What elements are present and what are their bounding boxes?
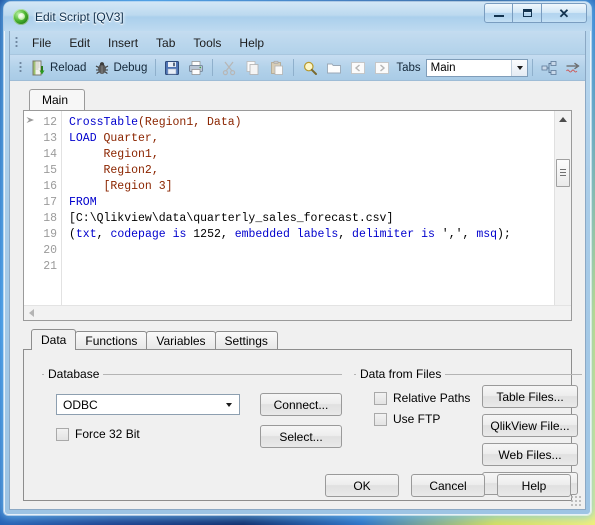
scroll-left-button[interactable]: [24, 306, 39, 320]
save-button[interactable]: [160, 58, 184, 78]
close-icon: ✕: [558, 5, 570, 21]
next-tab-button[interactable]: [370, 58, 394, 78]
web-files-button[interactable]: Web Files...: [482, 443, 578, 466]
qlikview-file-button[interactable]: QlikView File...: [482, 414, 578, 437]
script-gutter: [24, 111, 40, 320]
current-line-arrow-icon: [26, 117, 34, 123]
scissors-icon: [223, 61, 236, 75]
goto-line-button[interactable]: [561, 58, 585, 78]
reload-label: Reload: [50, 61, 87, 74]
lower-tab-strip: Data Functions Variables Settings: [23, 329, 572, 350]
tool-bar: Reload Debug Tabs Main: [10, 55, 585, 81]
use-ftp-label: Use FTP: [393, 412, 441, 426]
paste-icon: [271, 60, 284, 75]
tab-functions[interactable]: Functions: [75, 331, 148, 350]
database-group: Database ODBC Force 32 Bit Connect... Se…: [42, 367, 342, 452]
tab-organizer-button[interactable]: [537, 58, 561, 78]
toolbar-separator-1: [155, 59, 157, 76]
dialog-button-bar: OK Cancel Help: [325, 474, 571, 497]
script-tab-main[interactable]: Main: [29, 89, 85, 111]
bug-icon: [96, 61, 109, 74]
copy-button[interactable]: [241, 58, 265, 78]
menu-grip-icon[interactable]: [15, 36, 18, 49]
close-button[interactable]: ✕: [542, 3, 587, 23]
reload-icon: [32, 60, 45, 75]
help-button[interactable]: Help: [497, 474, 571, 497]
script-line-numbers: 12 13 14 15 16 17 18 19 20 21: [40, 111, 62, 320]
cancel-button[interactable]: Cancel: [411, 474, 485, 497]
connect-button[interactable]: Connect...: [260, 393, 342, 416]
tab-settings[interactable]: Settings: [214, 331, 278, 350]
find-button[interactable]: [298, 58, 322, 78]
tabs-label: Tabs: [396, 61, 421, 74]
use-ftp-checkbox[interactable]: Use FTP: [374, 412, 440, 426]
debug-button[interactable]: Debug: [90, 58, 151, 78]
toolbar-separator-3: [293, 59, 295, 76]
script-edit-box[interactable]: 12 13 14 15 16 17 18 19 20 21 CrossTable…: [23, 110, 572, 321]
tabs-combo[interactable]: Main: [425, 58, 528, 77]
database-group-title: Database: [44, 367, 104, 381]
printer-icon: [189, 60, 204, 75]
tab-variables[interactable]: Variables: [146, 331, 216, 350]
script-code-text[interactable]: CrossTable(Region1, Data) LOAD Quarter, …: [62, 111, 554, 320]
window-title: Edit Script [QV3]: [35, 9, 124, 24]
window-controls: ✕: [484, 3, 587, 23]
chevron-down-icon[interactable]: [511, 59, 527, 76]
client-area: File Edit Insert Tab Tools Help Reload D…: [9, 31, 586, 510]
select-button[interactable]: Select...: [260, 425, 342, 448]
minimize-button[interactable]: [484, 3, 513, 23]
print-button[interactable]: [184, 58, 208, 78]
files-group-title: Data from Files: [356, 367, 446, 381]
ok-button[interactable]: OK: [325, 474, 399, 497]
menu-help[interactable]: Help: [230, 33, 273, 53]
table-files-button[interactable]: Table Files...: [482, 385, 578, 408]
tab-data[interactable]: Data: [31, 329, 77, 350]
force-32-bit-label: Force 32 Bit: [75, 427, 140, 441]
checkbox-box: [374, 391, 387, 405]
edit-script-window: Edit Script [QV3] ✕ File Edit Insert Tab…: [4, 2, 591, 515]
database-type-combo[interactable]: ODBC: [56, 394, 240, 415]
debug-label: Debug: [113, 61, 148, 74]
relative-paths-label: Relative Paths: [393, 391, 471, 405]
script-horizontal-scrollbar[interactable]: [24, 305, 571, 320]
menu-bar: File Edit Insert Tab Tools Help: [10, 31, 585, 55]
script-tab-strip: Main: [23, 89, 572, 111]
previous-tab-button[interactable]: [346, 58, 370, 78]
toolbar-separator-4: [532, 59, 533, 76]
hierarchy-icon: [541, 60, 557, 75]
database-type-value: ODBC: [63, 397, 98, 412]
script-editor-panel: Main 12 13 14 15 16 17 18 19 20 21 Cross…: [23, 89, 572, 321]
scroll-thumb[interactable]: [556, 159, 570, 187]
chevron-down-icon[interactable]: [219, 395, 239, 414]
resize-grip-icon[interactable]: [570, 495, 582, 507]
toolbar-separator-2: [212, 59, 214, 76]
menu-tab[interactable]: Tab: [147, 33, 184, 53]
script-vertical-scrollbar[interactable]: [554, 111, 571, 320]
menu-insert[interactable]: Insert: [99, 33, 147, 53]
paste-button[interactable]: [265, 58, 289, 78]
reload-button[interactable]: Reload: [27, 58, 90, 78]
save-disk-icon: [165, 60, 180, 75]
maximize-button[interactable]: [513, 3, 542, 23]
force-32-bit-checkbox[interactable]: Force 32 Bit: [56, 427, 140, 441]
folder-icon: [327, 63, 342, 73]
checkbox-box: [374, 412, 387, 426]
arrow-right-box-icon: [375, 61, 390, 74]
menu-edit[interactable]: Edit: [60, 33, 99, 53]
search-icon: [304, 61, 318, 75]
open-folder-button[interactable]: [322, 58, 346, 78]
title-bar[interactable]: Edit Script [QV3] ✕: [4, 2, 591, 31]
scroll-up-button[interactable]: [555, 111, 571, 128]
toolbar-grip-icon[interactable]: [19, 61, 22, 74]
cut-button[interactable]: [217, 58, 241, 78]
arrow-left-box-icon: [351, 61, 366, 74]
arrow-to-line-icon: [566, 62, 580, 72]
relative-paths-checkbox[interactable]: Relative Paths: [374, 391, 470, 405]
menu-file[interactable]: File: [23, 33, 60, 53]
menu-tools[interactable]: Tools: [184, 33, 230, 53]
copy-icon: [246, 60, 259, 75]
checkbox-box: [56, 427, 69, 441]
qlikview-logo-icon: [13, 8, 29, 25]
tabs-combo-value: Main: [430, 61, 456, 74]
